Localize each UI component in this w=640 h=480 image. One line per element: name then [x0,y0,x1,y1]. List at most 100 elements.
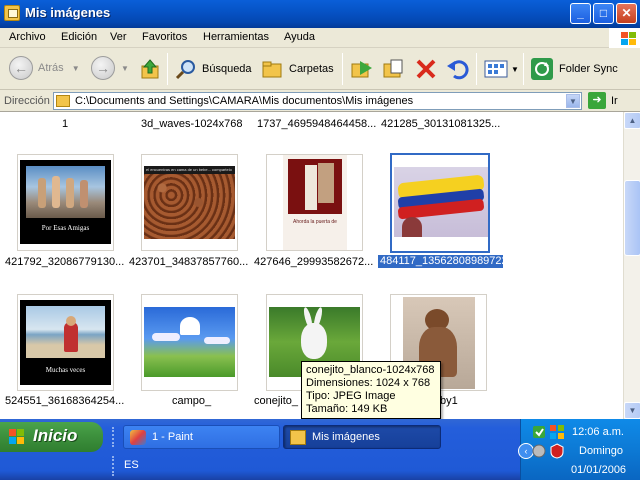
copy-to-button[interactable] [382,58,406,80]
taskbar-item-label: Mis imágenes [312,431,380,443]
network-icon[interactable] [531,424,547,440]
file-caption[interactable]: 427646_29993582672... [254,256,373,268]
file-caption[interactable]: 1 [62,118,68,130]
file-thumbnail[interactable]: Por Esas Amigas [17,154,114,251]
scrollbar-thumb[interactable] [624,180,640,256]
sync-icon [531,58,553,80]
folder-icon [56,95,70,107]
menu-ayuda[interactable]: Ayuda [284,31,315,43]
file-caption[interactable]: 1737_4695948464458... [257,118,376,130]
file-thumbnail[interactable]: Muchas veces [17,294,114,391]
folder-icon [290,430,306,445]
tooltip-size: Tamaño: 149 KB [306,403,388,415]
clock-time[interactable]: 12:06 a.m. [572,426,624,438]
search-label: Búsqueda [202,63,252,75]
file-thumbnail[interactable]: el encuentras en cama de un bebe... comp… [141,154,238,251]
tooltip-type: Tipo: JPEG Image [306,390,396,402]
start-label: Inicio [33,426,78,445]
vertical-scrollbar[interactable]: ▲ ▼ [623,112,640,419]
file-caption[interactable]: 421792_32086779130... [5,256,124,268]
go-arrow-icon[interactable]: ➜ [588,92,606,109]
folder-icon [4,5,20,21]
image-text: el encuentras en cama de un bebe... comp… [144,166,235,174]
folders-label: Carpetas [289,63,334,75]
file-caption[interactable]: 423701_34837857760... [129,256,248,268]
address-dropdown-button[interactable]: ▼ [566,94,580,108]
address-label: Dirección [4,95,50,107]
image-text: Muchas veces [45,366,86,374]
undo-button[interactable] [446,58,470,80]
folder-sync-label: Folder Sync [559,63,618,75]
windows-logo-icon [609,28,640,48]
delete-button[interactable] [414,58,438,80]
address-input[interactable]: C:\Documents and Settings\CAMARA\Mis doc… [53,92,582,110]
file-caption-selected[interactable]: 484117_135628089897221_100003500936720_1… [378,255,623,268]
taskbar-item-label: 1 - Paint [152,431,193,443]
tooltip-filename: conejito_blanco-1024x768 [306,364,435,376]
maximize-button[interactable]: □ [593,3,614,24]
up-folder-icon [141,59,159,79]
up-folder-button[interactable] [140,58,162,80]
menu-ver[interactable]: Ver [110,31,127,43]
file-caption[interactable]: 421285_30131081325... [381,118,500,130]
back-button[interactable]: ← Atrás ▼ [9,56,80,80]
window-title: Mis imágenes [25,5,111,20]
security-icon[interactable] [549,424,565,440]
file-caption[interactable]: 3d_waves-1024x768 [141,118,243,130]
title-bar[interactable]: Mis imágenes _ □ ✕ [0,0,640,28]
file-thumbnail[interactable]: Ahorda la puerta de [266,154,363,251]
taskbar-item-paint[interactable]: 1 - Paint [123,425,280,449]
volume-icon[interactable] [531,443,547,459]
chevron-down-icon: ▼ [71,63,80,73]
clock-date: 01/01/2006 [571,464,627,476]
close-button[interactable]: ✕ [616,3,637,24]
file-caption[interactable]: 524551_36168364254... [5,395,124,407]
image-text: Por Esas Amigas [41,224,90,232]
minimize-button[interactable]: _ [570,3,591,24]
folders-button[interactable]: Carpetas [262,58,334,80]
taskbar-item-mis-imagenes[interactable]: Mis imágenes [283,425,441,449]
file-caption[interactable]: conejito_ [254,395,298,407]
back-arrow-icon: ← [9,56,33,80]
address-bar: Dirección C:\Documents and Settings\CAMA… [0,90,640,112]
file-info-tooltip: conejito_blanco-1024x768 Dimensiones: 10… [301,361,441,419]
folder-sync-button[interactable]: Folder Sync [530,57,618,81]
forward-button[interactable]: → ▼ [91,56,129,80]
move-to-button[interactable] [350,58,374,80]
language-indicator[interactable]: ES [124,459,139,471]
scroll-down-button[interactable]: ▼ [624,402,640,419]
address-path: C:\Documents and Settings\CAMARA\Mis doc… [75,95,414,107]
file-thumbnail[interactable] [141,294,238,391]
clock-day: Domingo [579,445,624,457]
menu-herramientas[interactable]: Herramientas [203,31,269,43]
paint-icon [130,430,146,445]
undo-icon [447,60,469,80]
views-icon [484,60,508,78]
search-button[interactable]: Búsqueda [175,58,252,80]
image-text: Ahorda la puerta de [293,219,337,225]
chevron-down-icon: ▼ [121,63,129,73]
system-tray: ‹ 12:06 a.m. Domingo 01/01/2006 [518,419,640,480]
shield-icon[interactable] [549,443,565,459]
menu-bar: Archivo Edición Ver Favoritos Herramient… [0,28,640,48]
search-icon [175,60,195,80]
folders-icon [262,61,282,78]
taskbar: Inicio 1 - Paint Mis imágenes ES ‹ 12:06… [0,419,640,480]
start-button[interactable]: Inicio [0,422,103,452]
views-button[interactable]: ▼ [484,58,519,80]
scroll-up-button[interactable]: ▲ [624,112,640,129]
windows-flag-icon [9,429,26,445]
go-button[interactable]: Ir [611,95,618,107]
back-label: Atrás [38,62,64,74]
file-caption[interactable]: by1 [440,395,458,407]
forward-arrow-icon: → [91,56,115,80]
menu-favoritos[interactable]: Favoritos [142,31,187,43]
move-to-icon [351,61,372,78]
tooltip-dimensions: Dimensiones: 1024 x 768 [306,377,431,389]
file-thumbnail-selected[interactable] [390,153,490,253]
menu-archivo[interactable]: Archivo [9,31,46,43]
menu-edicion[interactable]: Edición [61,31,97,43]
file-caption[interactable]: campo_ [172,395,211,407]
chevron-down-icon: ▼ [511,64,519,74]
delete-icon [416,59,436,79]
